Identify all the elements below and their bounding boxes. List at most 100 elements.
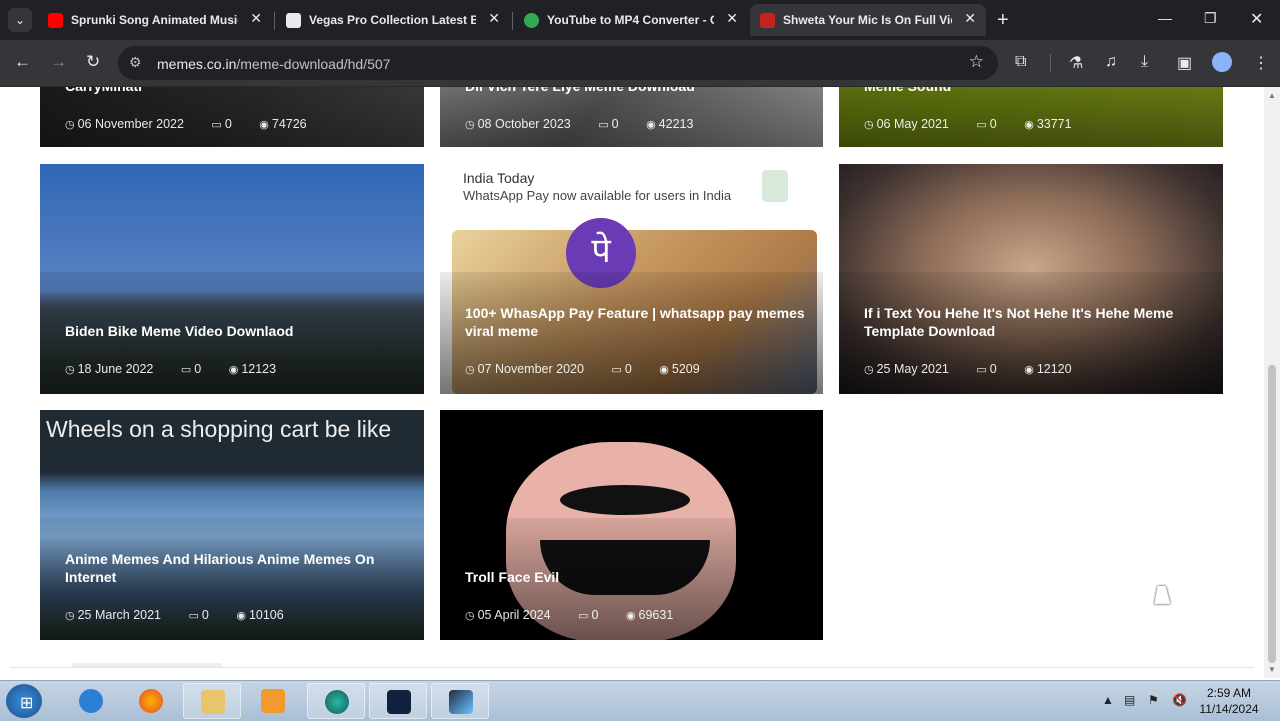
close-icon[interactable]: ✕ [250, 10, 262, 27]
card-title[interactable]: If i Text You Hehe It's Not Hehe It's He… [864, 304, 1213, 340]
window-close-icon[interactable]: ✕ [1250, 9, 1263, 29]
url-path: /meme-download/hd/507 [236, 56, 391, 72]
tab-2[interactable]: Vegas Pro Collection Latest Bu ✕ [276, 4, 510, 36]
tab-search-button[interactable]: ⌄ [8, 8, 32, 32]
minimize-icon[interactable]: — [1158, 10, 1172, 26]
forward-icon[interactable]: → [50, 52, 67, 72]
page-scrollbar[interactable]: ▲ ▼ [1264, 87, 1280, 678]
comments-meta: ▭ 0 [611, 362, 632, 376]
footer-divider [10, 667, 1254, 668]
taskbar-chrome-app[interactable] [307, 683, 365, 719]
address-bar[interactable]: ⚙ memes.co.in/meme-download/hd/507 ☆ [118, 46, 998, 80]
thumbnail-subtitle: WhatsApp Pay now available for users in … [463, 188, 732, 203]
meme-card[interactable]: Wheels on a shopping cart be like Anime … [40, 410, 424, 640]
meme-card[interactable]: Biden Bike Meme Video Downlaod ◷ 18 June … [40, 164, 424, 394]
download-icon[interactable]: ⤓ [1141, 53, 1148, 71]
card-title[interactable]: 100+ WhasApp Pay Feature | whatsapp pay … [465, 304, 823, 340]
card-title[interactable]: Anime Memes And Hilarious Anime Memes On… [65, 550, 414, 586]
card-title[interactable]: Troll Face Evil [465, 568, 813, 586]
youtube-icon [48, 13, 63, 28]
extensions-icon[interactable]: ⧉ [1015, 53, 1026, 71]
clock-icon: ◷ [65, 119, 75, 131]
card-meta: ◷ 06 May 2021 ▭ 0 ◉ 33771 [864, 117, 1096, 131]
thumbnail-caption: Wheels on a shopping cart be like [46, 416, 392, 442]
clock-date: 11/14/2024 [1199, 702, 1259, 716]
close-icon[interactable]: ✕ [964, 10, 976, 27]
views-meta: ◉ 10106 [236, 608, 284, 622]
close-icon[interactable]: ✕ [488, 10, 500, 27]
scroll-up-icon[interactable]: ▲ [1268, 91, 1276, 100]
tab-title: Shweta Your Mic Is On Full Vid [783, 13, 952, 27]
card-meta: ◷ 25 May 2021 ▭ 0 ◉ 12120 [864, 362, 1096, 376]
scrollbar-thumb[interactable] [1268, 365, 1276, 663]
card-title[interactable]: Dil Vich Tere Liye Meme Download [465, 87, 813, 95]
card-title[interactable]: Meme Sound [864, 87, 1213, 95]
volume-muted-icon[interactable]: 🔇 [1172, 693, 1187, 707]
tab-separator [274, 12, 275, 30]
clock-time: 2:59 AM [1206, 686, 1252, 700]
action-center-flag-icon[interactable]: ⚑ [1148, 693, 1159, 707]
close-icon[interactable]: ✕ [726, 10, 738, 27]
comment-icon: ▭ [976, 364, 987, 376]
clock-icon: ◷ [65, 610, 75, 622]
eye-icon: ◉ [259, 119, 269, 131]
internet-explorer-icon [79, 689, 103, 713]
meme-card[interactable]: Meme Sound ◷06 May 2021 ▭0 ◉33771 [839, 87, 1223, 147]
taskbar-clock[interactable]: 2:59 AM 11/14/2024 [1196, 685, 1262, 717]
tab-title: Vegas Pro Collection Latest Bu [309, 13, 476, 27]
menu-kebab-icon[interactable]: ⋮ [1253, 53, 1269, 73]
comments-meta: ▭ 0 [598, 117, 619, 131]
meme-card[interactable]: India Today WhatsApp Pay now available f… [440, 164, 823, 394]
folder-icon [201, 690, 225, 714]
labs-flask-icon[interactable]: ⚗ [1069, 53, 1083, 73]
tab-1[interactable]: Sprunki Song Animated Music ✕ [38, 4, 272, 36]
card-title[interactable]: Biden Bike Meme Video Downlaod [65, 322, 414, 340]
scroll-down-icon[interactable]: ▼ [1268, 665, 1276, 674]
back-icon[interactable]: ← [14, 52, 31, 72]
network-icon[interactable]: ▤ [1124, 693, 1135, 707]
meme-card[interactable]: Dil Vich Tere Liye Meme Download ◷08 Oct… [440, 87, 823, 147]
taskbar-ie[interactable] [62, 683, 120, 719]
comment-icon: ▭ [180, 364, 192, 376]
card-meta: ◷ 25 March 2021 ▭ 0 ◉ 10106 [65, 608, 308, 622]
views-meta: ◉ 12120 [1024, 362, 1072, 376]
card-title[interactable]: CarryMinati [65, 87, 414, 95]
card-meta: ◷ 08 October 2023 ▭ 0 ◉ 42213 [465, 117, 717, 131]
tray-expand-icon[interactable]: ▲ [1102, 693, 1114, 707]
meme-card[interactable]: If i Text You Hehe It's Not Hehe It's He… [839, 164, 1223, 394]
restore-icon[interactable]: ❐ [1204, 10, 1217, 27]
reload-icon[interactable]: ↻ [86, 52, 100, 72]
comment-icon: ▭ [976, 119, 987, 131]
views-meta: ◉ 74726 [259, 117, 307, 131]
date-meta: ◷ 25 March 2021 [65, 608, 161, 622]
tab-separator [512, 12, 513, 30]
date-meta: ◷ 06 May 2021 [864, 117, 949, 131]
card-meta: ◷ 06 November 2022 ▭ 0 ◉ 74726 [65, 117, 331, 131]
comments-meta: ▭ 0 [211, 117, 232, 131]
bookmark-star-icon[interactable]: ☆ [969, 52, 984, 72]
taskbar-firefox[interactable] [122, 683, 180, 719]
new-tab-icon[interactable]: + [997, 9, 1009, 32]
meme-card[interactable]: Troll Face Evil ◷ 05 April 2024 ▭ 0 ◉ 69631 [440, 410, 823, 640]
taskbar-media[interactable] [244, 683, 302, 719]
eye-icon: ◉ [1024, 364, 1034, 376]
views-meta: ◉ 69631 [625, 608, 674, 622]
taskbar-editor[interactable] [431, 683, 489, 719]
profile-avatar[interactable] [1212, 52, 1232, 72]
taskbar-explorer[interactable] [183, 683, 241, 719]
taskbar-vegas[interactable] [369, 683, 427, 719]
tab-4-active[interactable]: Shweta Your Mic Is On Full Vid ✕ [750, 4, 986, 36]
eye-icon: ◉ [236, 610, 246, 622]
url-text[interactable]: memes.co.in/meme-download/hd/507 [157, 56, 390, 72]
memes-site-icon [760, 13, 775, 28]
vegas-pro-icon [387, 690, 411, 714]
side-panel-icon[interactable]: ▣ [1177, 53, 1192, 73]
site-info-icon[interactable]: ⚙ [129, 54, 142, 71]
firefox-icon [139, 689, 163, 713]
media-control-icon[interactable]: ♫ [1105, 53, 1117, 71]
tab-3[interactable]: YouTube to MP4 Converter - C ✕ [514, 4, 748, 36]
browser-app-icon [325, 690, 349, 714]
start-button[interactable]: ⊞ [6, 684, 42, 718]
meme-card[interactable]: CarryMinati ◷06 November 2022 ▭0 ◉74726 [40, 87, 424, 147]
media-player-icon [261, 689, 285, 713]
